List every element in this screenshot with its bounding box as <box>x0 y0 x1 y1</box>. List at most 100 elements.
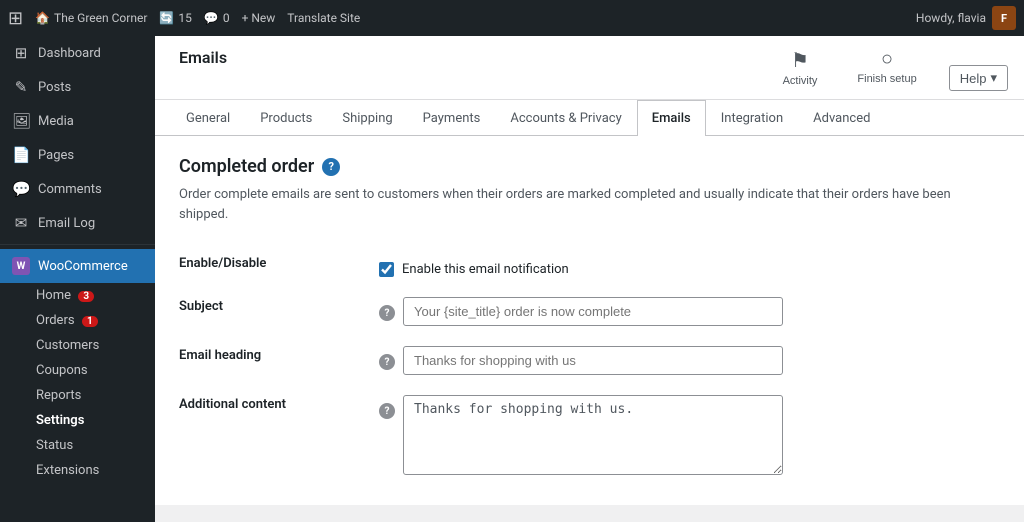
sidebar-item-label: Media <box>38 114 74 129</box>
admin-bar: ⊞ 🏠 The Green Corner 🔄 15 💬 0 + New Tran… <box>0 0 1024 36</box>
enable-label: Enable/Disable <box>179 244 379 287</box>
sidebar-sub-settings[interactable]: Settings <box>0 408 155 433</box>
site-name: The Green Corner <box>54 11 147 25</box>
help-button[interactable]: Help ▾ <box>949 65 1008 91</box>
home-icon: 🏠 <box>35 11 50 25</box>
activity-button[interactable]: ⚑ Activity <box>775 44 826 91</box>
email-heading-label: Email heading <box>179 336 379 385</box>
enable-disable-row: Enable/Disable Enable this email notific… <box>179 244 1000 287</box>
sidebar-sub-customers[interactable]: Customers <box>0 333 155 358</box>
tab-shipping[interactable]: Shipping <box>327 100 407 136</box>
howdy-text: Howdy, flavia <box>916 11 986 25</box>
email-heading-row: Email heading ? <box>179 336 1000 385</box>
flag-icon: ⚑ <box>791 48 809 73</box>
orders-badge: 1 <box>82 316 98 327</box>
tab-advanced[interactable]: Advanced <box>798 100 885 136</box>
new-label: + New <box>242 11 276 25</box>
circle-icon: ○ <box>881 48 893 71</box>
home-badge: 3 <box>78 291 94 302</box>
updates-link[interactable]: 🔄 15 <box>159 11 191 25</box>
tab-payments[interactable]: Payments <box>408 100 496 136</box>
posts-icon: ✎ <box>12 78 30 96</box>
sidebar-item-label: WooCommerce <box>38 259 128 274</box>
sidebar-sub-reports[interactable]: Reports <box>0 383 155 408</box>
updates-count: 15 <box>178 11 192 25</box>
settings-form: Enable/Disable Enable this email notific… <box>179 244 1000 485</box>
pages-icon: 📄 <box>12 146 30 164</box>
finish-setup-button[interactable]: ○ Finish setup <box>849 44 924 89</box>
additional-content-row: Additional content ? Thanks for shopping… <box>179 385 1000 485</box>
sidebar-item-media[interactable]: 🖼 Media <box>0 104 155 138</box>
settings-wrap: General Products Shipping Payments Accou… <box>155 100 1024 505</box>
tab-products[interactable]: Products <box>245 100 327 136</box>
help-dropdown-icon: ▾ <box>990 70 997 86</box>
sidebar-item-woocommerce[interactable]: W WooCommerce <box>0 249 155 283</box>
sidebar-item-dashboard[interactable]: ⊞ Dashboard <box>0 36 155 70</box>
comments-link[interactable]: 💬 0 <box>204 11 230 25</box>
comments-icon: 💬 <box>12 180 30 198</box>
dashboard-icon: ⊞ <box>12 44 30 62</box>
sidebar-sub-extensions[interactable]: Extensions <box>0 458 155 483</box>
sidebar-item-label: Email Log <box>38 216 95 231</box>
site-name-link[interactable]: 🏠 The Green Corner <box>35 11 147 25</box>
subject-field: ? <box>379 287 1000 336</box>
page-title: Emails <box>179 48 227 67</box>
subject-help-icon[interactable]: ? <box>379 305 395 321</box>
sidebar-item-posts[interactable]: ✎ Posts <box>0 70 155 104</box>
subject-row: Subject ? <box>179 287 1000 336</box>
top-action-bar: Emails ⚑ Activity ○ Finish setup Help ▾ <box>155 36 1024 100</box>
subject-input[interactable] <box>403 297 783 326</box>
email-log-icon: ✉ <box>12 214 30 232</box>
sidebar-sub-coupons[interactable]: Coupons <box>0 358 155 383</box>
section-title: Completed order ? <box>179 156 1000 177</box>
wp-logo-icon[interactable]: ⊞ <box>8 8 23 29</box>
sidebar-item-label: Comments <box>38 182 102 197</box>
comments-count: 0 <box>223 11 230 25</box>
avatar: F <box>992 6 1016 30</box>
email-heading-help-icon[interactable]: ? <box>379 354 395 370</box>
woocommerce-icon: W <box>12 257 30 275</box>
new-link[interactable]: + New <box>242 11 276 25</box>
sidebar-item-comments[interactable]: 💬 Comments <box>0 172 155 206</box>
activity-label: Activity <box>783 75 818 87</box>
enable-field: Enable this email notification <box>379 244 1000 287</box>
content-area: Emails ⚑ Activity ○ Finish setup Help ▾ … <box>155 36 1024 522</box>
email-heading-field: ? <box>379 336 1000 385</box>
translate-label: Translate Site <box>287 11 360 25</box>
info-icon[interactable]: ? <box>322 158 340 176</box>
enable-checkbox-label: Enable this email notification <box>402 262 569 277</box>
additional-content-label: Additional content <box>179 385 379 485</box>
form-area: Completed order ? Order complete emails … <box>155 136 1024 505</box>
tab-accounts-privacy[interactable]: Accounts & Privacy <box>495 100 636 136</box>
media-icon: 🖼 <box>12 112 30 130</box>
sidebar-item-label: Dashboard <box>38 46 101 61</box>
sidebar-sub-home[interactable]: Home 3 <box>0 283 155 308</box>
howdy-area: Howdy, flavia F <box>916 6 1016 30</box>
finish-setup-label: Finish setup <box>857 73 916 85</box>
subject-label: Subject <box>179 287 379 336</box>
main-layout: ⊞ Dashboard ✎ Posts 🖼 Media 📄 Pages 💬 Co… <box>0 36 1024 522</box>
additional-content-textarea[interactable]: Thanks for shopping with us. <box>403 395 783 475</box>
sidebar-item-label: Posts <box>38 80 71 95</box>
tab-emails[interactable]: Emails <box>637 100 706 136</box>
section-title-text: Completed order <box>179 156 314 177</box>
sidebar-item-pages[interactable]: 📄 Pages <box>0 138 155 172</box>
email-heading-input[interactable] <box>403 346 783 375</box>
tabs-bar: General Products Shipping Payments Accou… <box>155 100 1024 136</box>
section-description: Order complete emails are sent to custom… <box>179 185 1000 224</box>
tab-general[interactable]: General <box>171 100 245 136</box>
additional-content-help-icon[interactable]: ? <box>379 403 395 419</box>
sidebar-item-label: Pages <box>38 148 74 163</box>
sidebar-sub-orders[interactable]: Orders 1 <box>0 308 155 333</box>
tab-integration[interactable]: Integration <box>706 100 798 136</box>
enable-checkbox[interactable] <box>379 262 394 277</box>
updates-icon: 🔄 <box>159 11 174 25</box>
sidebar: ⊞ Dashboard ✎ Posts 🖼 Media 📄 Pages 💬 Co… <box>0 36 155 522</box>
translate-link[interactable]: Translate Site <box>287 11 360 25</box>
help-label: Help <box>960 71 987 86</box>
comments-icon: 💬 <box>204 11 219 25</box>
additional-content-field: ? Thanks for shopping with us. <box>379 385 1000 485</box>
sidebar-divider <box>0 244 155 245</box>
sidebar-item-email-log[interactable]: ✉ Email Log <box>0 206 155 240</box>
sidebar-sub-status[interactable]: Status <box>0 433 155 458</box>
